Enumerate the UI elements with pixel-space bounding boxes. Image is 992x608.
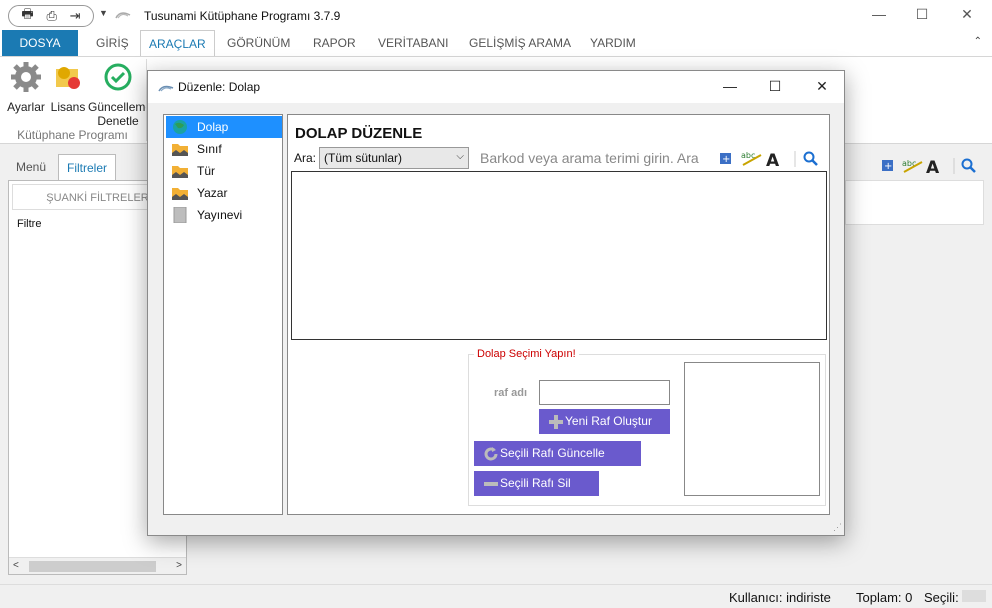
background-toolbar: + abc A <box>882 158 976 176</box>
tab-yardim[interactable]: YARDIM <box>582 30 644 56</box>
print-preview-icon[interactable]: ⎙ <box>46 8 56 24</box>
svg-text:+: + <box>884 161 892 172</box>
shelf-selection-legend: Dolap Seçimi Yapın! <box>474 348 579 360</box>
create-shelf-button[interactable]: Yeni Raf Oluştur <box>539 409 670 434</box>
nav-item-yazar[interactable]: Yazar <box>166 182 282 204</box>
dialog-minimize-button[interactable]: — <box>715 78 745 94</box>
status-user: Kullanıcı: indiriste <box>729 590 831 605</box>
status-selected: Seçili: <box>924 590 959 605</box>
tab-veritabani[interactable]: VERİTABANI <box>370 30 456 56</box>
refresh-check-icon <box>104 63 132 91</box>
ribbon-group-label: Kütüphane Programı <box>17 128 128 142</box>
main-title-bar: 🖶 ⎙ ⇥ ▼ Tusunami Kütüphane Programı 3.7.… <box>0 0 992 30</box>
resize-grip-icon[interactable]: ⋰ <box>833 522 842 533</box>
app-title: Tusunami Kütüphane Programı 3.7.9 <box>144 9 341 23</box>
license-button[interactable]: Lisans <box>50 61 86 114</box>
expand-icon[interactable]: + <box>882 160 893 172</box>
tab-gorunum[interactable]: GÖRÜNÜM <box>219 30 298 56</box>
scrollbar-thumb[interactable] <box>29 561 156 572</box>
globe-icon <box>173 120 187 134</box>
tab-filtreler[interactable]: Filtreler <box>58 154 117 180</box>
minus-icon <box>484 482 498 486</box>
delete-shelf-button[interactable]: Seçili Rafı Sil <box>474 471 599 496</box>
shelf-name-input[interactable] <box>539 380 670 405</box>
nav-item-tur[interactable]: Tür <box>166 160 282 182</box>
update-shelf-button[interactable]: Seçili Rafı Güncelle <box>474 441 641 466</box>
maximize-button[interactable]: ☐ <box>907 6 937 23</box>
dialog-nav-list: Dolap Sınıf Tür Yazar Yayınevi <box>163 114 283 515</box>
dialog-app-icon <box>158 85 174 92</box>
edit-dialog: Düzenle: Dolap — ☐ ✕ Dolap Sınıf Tür Yaz… <box>147 70 845 536</box>
export-icon[interactable]: ⇥ <box>70 8 81 24</box>
license-icon <box>56 67 80 89</box>
folder-icon <box>172 188 188 200</box>
settings-label: Ayarlar <box>7 100 45 114</box>
tab-menu[interactable]: Menü <box>8 154 54 180</box>
background-content-panel <box>845 180 984 225</box>
search-icon[interactable] <box>803 151 818 166</box>
status-selected-indicator <box>962 590 986 602</box>
tab-giris[interactable]: GİRİŞ <box>88 30 137 56</box>
quick-access-toolbar: 🖶 ⎙ ⇥ <box>8 5 94 27</box>
folder-icon <box>172 144 188 156</box>
dialog-maximize-button[interactable]: ☐ <box>760 78 790 95</box>
tab-dosya[interactable]: DOSYA <box>2 30 78 56</box>
dialog-title-bar[interactable]: Düzenle: Dolap — ☐ ✕ <box>148 71 844 103</box>
font-icon[interactable]: A <box>926 158 940 176</box>
folder-icon <box>172 166 188 178</box>
search-input[interactable] <box>476 147 708 169</box>
dialog-main-panel: DOLAP DÜZENLE Ara: (Tüm sütunlar) ⌵ + ab… <box>287 114 830 515</box>
spellcheck-icon[interactable]: abc <box>902 159 923 173</box>
expand-icon[interactable]: + <box>720 153 731 165</box>
document-icon <box>173 207 187 223</box>
check-update-button[interactable]: Güncelleme Denetle <box>88 61 153 128</box>
search-icon[interactable] <box>961 158 976 173</box>
page-title: DOLAP DÜZENLE <box>295 125 423 142</box>
horizontal-scrollbar[interactable]: < > <box>9 557 186 574</box>
chevron-down-icon: ⌵ <box>456 151 464 162</box>
collapse-ribbon-icon[interactable]: ⌃ <box>974 36 982 47</box>
print-icon[interactable]: 🖶 <box>21 5 33 27</box>
tab-araclar[interactable]: ARAÇLAR <box>140 30 215 56</box>
plus-icon <box>549 415 563 429</box>
app-logo-icon <box>115 12 131 19</box>
settings-button[interactable]: Ayarlar <box>6 61 46 114</box>
shelf-selection-group: Dolap Seçimi Yapın! raf adı Yeni Raf Olu… <box>468 348 826 506</box>
gear-icon <box>11 62 41 92</box>
shelf-preview-box <box>684 362 820 496</box>
dialog-toolbar: + abc A <box>720 151 818 169</box>
svg-text:+: + <box>722 154 730 165</box>
nav-item-yayinevi[interactable]: Yayınevi <box>166 204 282 226</box>
filter-label: Filtre <box>17 218 42 230</box>
results-list[interactable] <box>291 171 827 340</box>
quick-access-dropdown-icon[interactable]: ▼ <box>99 8 108 18</box>
tab-gelismis-arama[interactable]: GELİŞMİŞ ARAMA <box>461 30 579 56</box>
search-label: Ara: <box>294 151 317 165</box>
scroll-left-icon[interactable]: < <box>13 560 19 571</box>
dialog-close-button[interactable]: ✕ <box>807 78 837 95</box>
nav-item-sinif[interactable]: Sınıf <box>166 138 282 160</box>
refresh-icon <box>484 447 498 461</box>
license-label: Lisans <box>50 100 86 114</box>
font-icon[interactable]: A <box>766 151 780 169</box>
scroll-right-icon[interactable]: > <box>176 560 182 571</box>
check-update-label: Güncelleme Denetle <box>88 100 153 128</box>
dialog-title: Düzenle: Dolap <box>178 80 261 94</box>
ribbon-tab-bar: DOSYA GİRİŞ ARAÇLAR GÖRÜNÜM RAPOR VERİTA… <box>0 30 992 56</box>
status-total: Toplam: 0 <box>856 590 913 605</box>
shelf-name-label: raf adı <box>494 387 528 399</box>
nav-item-dolap[interactable]: Dolap <box>166 116 282 138</box>
status-bar: Kullanıcı: indiriste Toplam: 0 Seçili: <box>0 584 992 608</box>
close-button[interactable]: ✕ <box>952 6 982 23</box>
svg-text:A: A <box>926 158 940 176</box>
svg-text:A: A <box>766 151 780 169</box>
minimize-button[interactable]: — <box>864 6 894 22</box>
spellcheck-icon[interactable]: abc <box>741 151 762 166</box>
tab-rapor[interactable]: RAPOR <box>305 30 364 56</box>
column-select[interactable]: (Tüm sütunlar) ⌵ <box>319 147 469 169</box>
